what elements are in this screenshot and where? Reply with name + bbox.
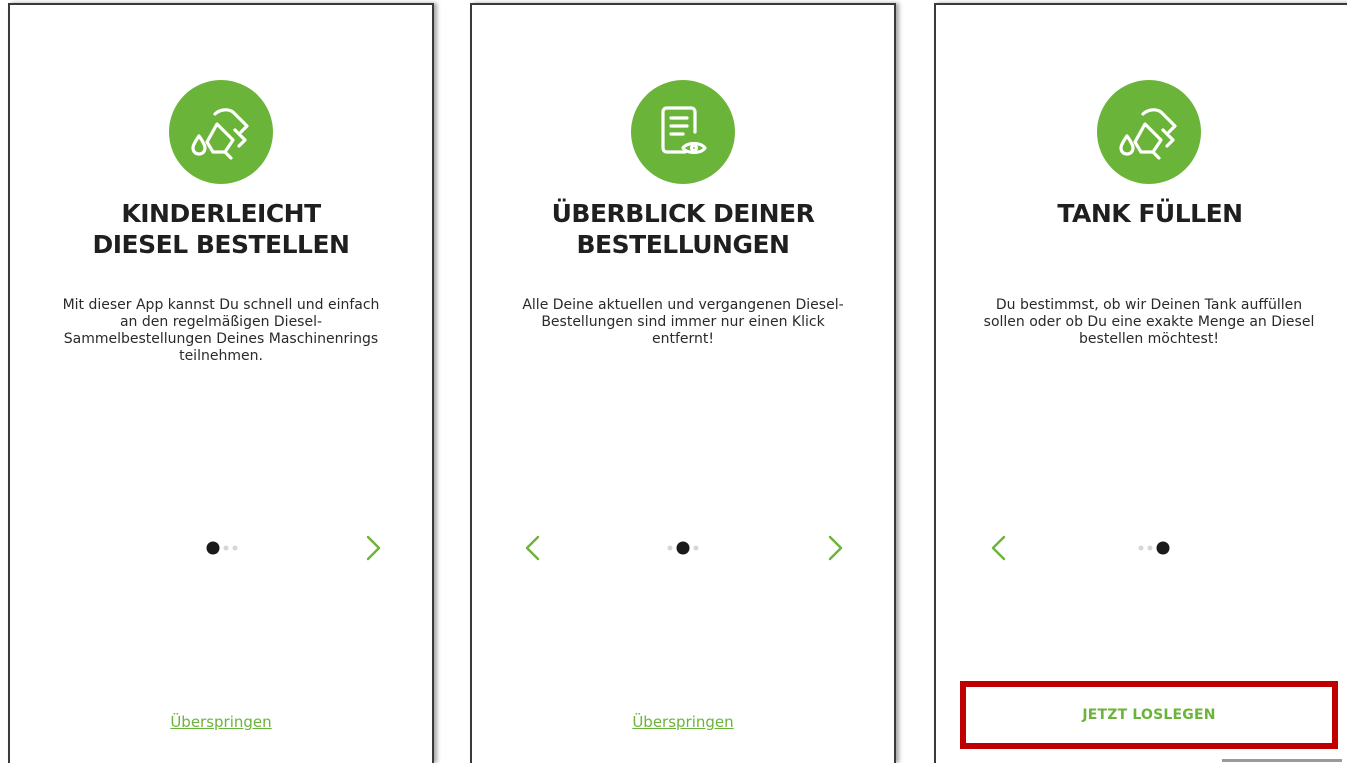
page-dot-active (676, 541, 690, 555)
title-line: ÜBERBLICK DEINER (551, 199, 815, 228)
previous-arrow-icon[interactable] (984, 533, 1014, 563)
description-line: Du bestimmst, ob wir Deinen Tank auffüll… (995, 297, 1303, 313)
onboarding-screen-3: TANK FÜLLEN Du bestimmst, ob wir Deinen … (934, 3, 1347, 763)
page-dot-active (1156, 541, 1170, 555)
onboarding-screen-2: ÜBERBLICK DEINER BESTELLUNGEN Alle Deine… (470, 3, 896, 763)
page-dot (1147, 545, 1153, 551)
description-line: teilnehmen. (179, 348, 263, 364)
page-dot-active (206, 541, 220, 555)
page-dot (1138, 545, 1144, 551)
description-line: sollen oder ob Du eine exakte Menge an D… (983, 314, 1315, 330)
description-line: Bestellungen sind immer nur einen Klick (541, 314, 825, 330)
pager-nav (472, 530, 894, 566)
description-line: Alle Deine aktuellen und vergangenen Die… (522, 297, 844, 313)
title-line: DIESEL BESTELLEN (92, 230, 350, 259)
description-line: Mit dieser App kannst Du schnell und ein… (62, 297, 380, 313)
title-line: KINDERLEICHT (121, 199, 321, 228)
fuel-nozzle-icon (1097, 80, 1201, 184)
description-text: Alle Deine aktuellen und vergangenen Die… (502, 297, 864, 348)
title-line: BESTELLUNGEN (576, 230, 790, 259)
page-dot (693, 545, 699, 551)
page-title: KINDERLEICHT DIESEL BESTELLEN (10, 198, 432, 260)
pager-nav (936, 530, 1347, 566)
onboarding-screen-1: KINDERLEICHT DIESEL BESTELLEN Mit dieser… (8, 3, 434, 763)
description-line: an den regelmäßigen Diesel- (119, 314, 323, 330)
next-arrow-icon[interactable] (358, 533, 388, 563)
page-dot (232, 545, 238, 551)
previous-arrow-icon[interactable] (518, 533, 548, 563)
title-line: TANK FÜLLEN (1057, 199, 1243, 228)
page-indicator (1138, 541, 1170, 555)
next-arrow-icon[interactable] (820, 533, 850, 563)
description-line: entfernt! (651, 331, 714, 347)
description-line: Sammelbestellungen Deines Maschinenrings (63, 331, 379, 347)
page-title: TANK FÜLLEN (936, 198, 1347, 229)
start-now-button[interactable]: JETZT LOSLEGEN (960, 681, 1338, 749)
skip-link[interactable]: Überspringen (10, 713, 432, 731)
description-text: Mit dieser App kannst Du schnell und ein… (40, 297, 402, 365)
description-line: bestellen möchtest! (1079, 331, 1219, 347)
page-dot (223, 545, 229, 551)
document-view-icon (631, 80, 735, 184)
fuel-nozzle-icon (169, 80, 273, 184)
skip-link[interactable]: Überspringen (472, 713, 894, 731)
description-text: Du bestimmst, ob wir Deinen Tank auffüll… (964, 297, 1334, 348)
page-indicator (206, 541, 238, 555)
page-indicator (667, 541, 699, 555)
page-dot (667, 545, 673, 551)
page-title: ÜBERBLICK DEINER BESTELLUNGEN (472, 198, 894, 260)
pager-nav (10, 530, 432, 566)
